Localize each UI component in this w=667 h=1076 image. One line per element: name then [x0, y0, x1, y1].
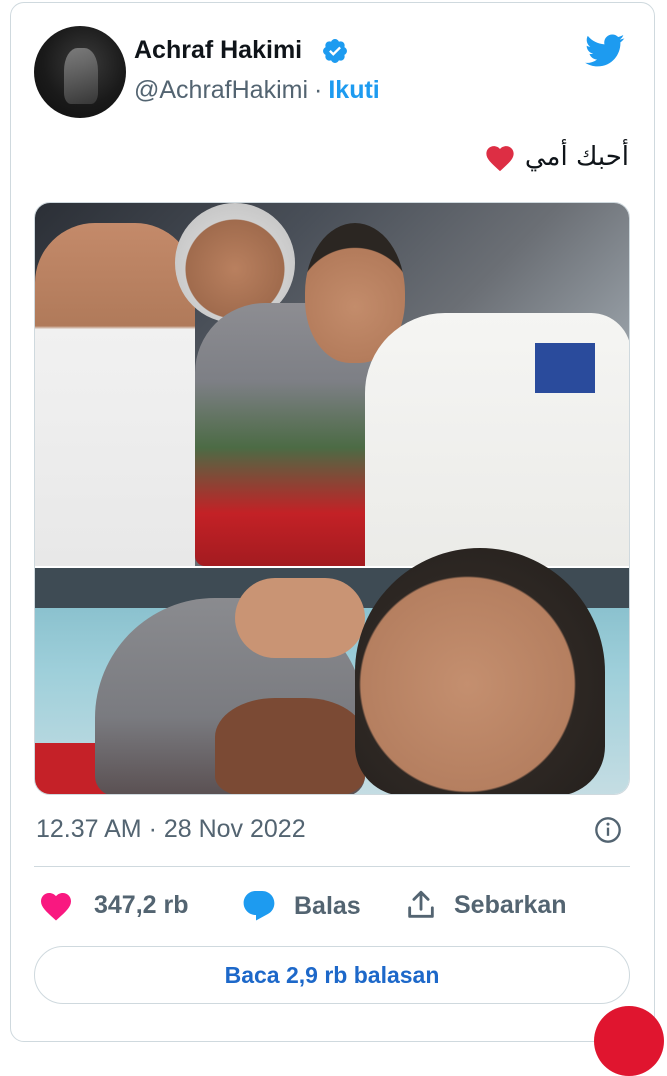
reply-button[interactable]: Balas — [240, 888, 361, 924]
info-icon[interactable] — [594, 816, 622, 844]
like-button[interactable]: 347,2 rb — [38, 888, 189, 922]
heart-icon — [41, 893, 71, 921]
separator-dot: · — [314, 76, 323, 104]
share-label: Sebarkan — [454, 890, 567, 919]
photo-top[interactable] — [35, 203, 629, 566]
tweet-text: أحبك أمي — [524, 142, 629, 172]
reply-label: Balas — [294, 891, 361, 920]
share-button[interactable]: Sebarkan — [404, 888, 567, 922]
tweet-timestamp[interactable]: 12.37 AM · 28 Nov 2022 — [36, 815, 306, 844]
avatar[interactable] — [34, 26, 126, 118]
author-name[interactable]: Achraf Hakimi — [134, 36, 302, 65]
read-replies-button[interactable]: Baca 2,9 rb balasan — [34, 946, 630, 1004]
like-count: 347,2 rb — [94, 890, 189, 919]
tweet-text-row: أحبك أمي — [483, 142, 629, 172]
red-heart-icon — [486, 146, 514, 172]
photo-bottom[interactable] — [35, 548, 629, 794]
notification-badge[interactable] — [594, 1006, 664, 1076]
verified-badge-icon — [323, 39, 347, 63]
author-handle[interactable]: @AchrafHakimi — [134, 76, 308, 104]
twitter-bird-icon[interactable] — [582, 30, 628, 70]
reply-bubble-icon — [243, 891, 275, 921]
tweet-media[interactable] — [34, 202, 630, 795]
follow-link[interactable]: Ikuti — [328, 76, 379, 104]
author-handle-row: @AchrafHakimi · Ikuti — [134, 76, 380, 105]
divider — [34, 866, 630, 867]
share-icon — [408, 890, 434, 918]
